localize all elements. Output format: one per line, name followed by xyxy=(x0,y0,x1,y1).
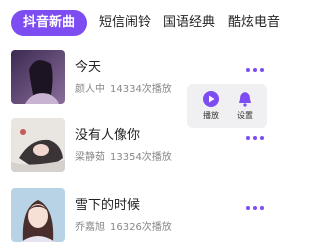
bell-icon xyxy=(239,92,251,107)
category-tabs: 抖音新曲 短信闹铃 国语经典 酷炫电音 xyxy=(0,0,280,44)
song-title: 雪下的时候 xyxy=(75,198,141,213)
song-play-count: 13354次播放 xyxy=(110,152,172,163)
song-artist: 梁静茹 xyxy=(75,152,105,163)
song-row[interactable]: 雪下的时候 乔嘉旭 16326次播放 xyxy=(0,188,278,250)
more-options-icon[interactable] xyxy=(246,65,268,75)
song-play-count: 14334次播放 xyxy=(110,84,172,95)
song-artist: 颜人中 xyxy=(75,84,105,95)
song-meta: 颜人中 14334次播放 xyxy=(75,80,172,95)
tab-mandarin-classics[interactable]: 国语经典 xyxy=(163,10,215,36)
song-cover xyxy=(11,188,65,242)
song-play-count: 16326次播放 xyxy=(110,222,172,233)
play-icon xyxy=(203,91,219,107)
set-ringtone-action[interactable]: 设置 xyxy=(229,90,261,124)
song-cover xyxy=(11,118,65,172)
tab-cool-electronic[interactable]: 酷炫电音 xyxy=(228,10,280,36)
song-artist: 乔嘉旭 xyxy=(75,222,105,233)
play-label: 播放 xyxy=(203,111,219,120)
song-title: 没有人像你 xyxy=(75,128,141,143)
more-options-icon[interactable] xyxy=(246,203,268,213)
more-options-icon[interactable] xyxy=(246,133,268,143)
song-action-popup: 播放 设置 xyxy=(187,84,267,128)
song-cover xyxy=(11,50,65,104)
tab-sms-alarm[interactable]: 短信闹铃 xyxy=(99,10,151,36)
song-meta: 梁静茹 13354次播放 xyxy=(75,148,172,163)
song-meta: 乔嘉旭 16326次播放 xyxy=(75,218,172,233)
song-title: 今天 xyxy=(75,60,102,75)
play-action[interactable]: 播放 xyxy=(195,90,227,124)
song-row[interactable]: 没有人像你 梁静茹 13354次播放 xyxy=(0,118,278,190)
tab-douyin-new[interactable]: 抖音新曲 xyxy=(11,10,88,36)
set-label: 设置 xyxy=(237,111,253,120)
